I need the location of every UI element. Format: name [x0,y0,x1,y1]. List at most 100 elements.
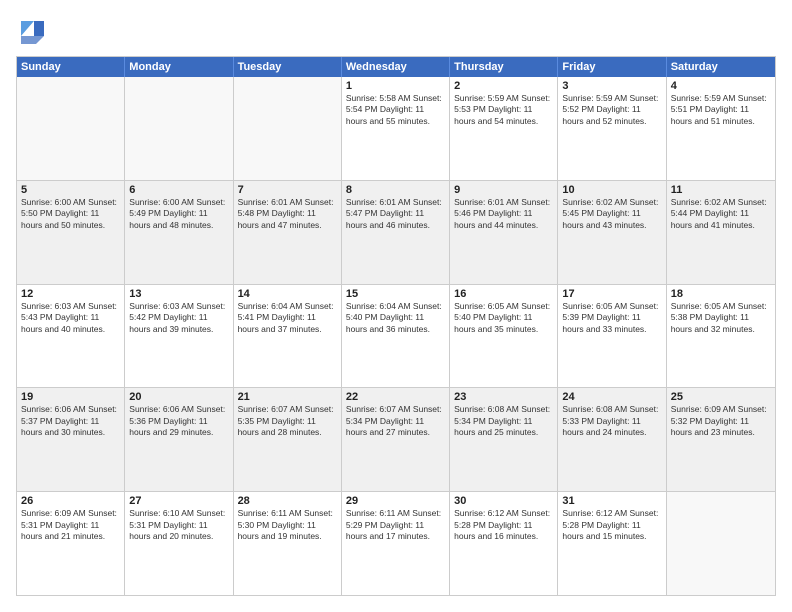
day-number: 24 [562,391,661,403]
day-number: 19 [21,391,120,403]
day-number: 11 [671,184,771,196]
day-number: 4 [671,80,771,92]
calendar-cell: 30Sunrise: 6:12 AM Sunset: 5:28 PM Dayli… [450,492,558,595]
day-info: Sunrise: 5:59 AM Sunset: 5:53 PM Dayligh… [454,93,553,127]
day-info: Sunrise: 6:00 AM Sunset: 5:49 PM Dayligh… [129,197,228,231]
day-number: 1 [346,80,445,92]
day-info: Sunrise: 6:05 AM Sunset: 5:40 PM Dayligh… [454,301,553,335]
calendar-cell: 13Sunrise: 6:03 AM Sunset: 5:42 PM Dayli… [125,285,233,388]
day-info: Sunrise: 6:01 AM Sunset: 5:48 PM Dayligh… [238,197,337,231]
day-info: Sunrise: 6:03 AM Sunset: 5:43 PM Dayligh… [21,301,120,335]
calendar-cell: 20Sunrise: 6:06 AM Sunset: 5:36 PM Dayli… [125,388,233,491]
logo-icon [16,16,46,46]
day-number: 2 [454,80,553,92]
day-info: Sunrise: 6:01 AM Sunset: 5:46 PM Dayligh… [454,197,553,231]
day-number: 27 [129,495,228,507]
day-info: Sunrise: 6:11 AM Sunset: 5:30 PM Dayligh… [238,508,337,542]
calendar-cell: 9Sunrise: 6:01 AM Sunset: 5:46 PM Daylig… [450,181,558,284]
day-number: 10 [562,184,661,196]
day-info: Sunrise: 6:12 AM Sunset: 5:28 PM Dayligh… [562,508,661,542]
day-number: 9 [454,184,553,196]
day-info: Sunrise: 5:59 AM Sunset: 5:51 PM Dayligh… [671,93,771,127]
calendar-cell: 6Sunrise: 6:00 AM Sunset: 5:49 PM Daylig… [125,181,233,284]
calendar-cell: 24Sunrise: 6:08 AM Sunset: 5:33 PM Dayli… [558,388,666,491]
day-info: Sunrise: 6:12 AM Sunset: 5:28 PM Dayligh… [454,508,553,542]
calendar-row: 5Sunrise: 6:00 AM Sunset: 5:50 PM Daylig… [17,180,775,284]
weekday-header: Friday [558,57,666,77]
day-info: Sunrise: 5:58 AM Sunset: 5:54 PM Dayligh… [346,93,445,127]
day-info: Sunrise: 6:09 AM Sunset: 5:32 PM Dayligh… [671,404,771,438]
calendar-row: 1Sunrise: 5:58 AM Sunset: 5:54 PM Daylig… [17,77,775,180]
calendar-cell [234,77,342,180]
day-info: Sunrise: 6:01 AM Sunset: 5:47 PM Dayligh… [346,197,445,231]
day-number: 17 [562,288,661,300]
weekday-header: Thursday [450,57,558,77]
weekday-header: Tuesday [234,57,342,77]
day-info: Sunrise: 5:59 AM Sunset: 5:52 PM Dayligh… [562,93,661,127]
calendar-cell: 31Sunrise: 6:12 AM Sunset: 5:28 PM Dayli… [558,492,666,595]
day-info: Sunrise: 6:09 AM Sunset: 5:31 PM Dayligh… [21,508,120,542]
calendar-cell: 26Sunrise: 6:09 AM Sunset: 5:31 PM Dayli… [17,492,125,595]
day-number: 12 [21,288,120,300]
day-number: 7 [238,184,337,196]
calendar-cell: 11Sunrise: 6:02 AM Sunset: 5:44 PM Dayli… [667,181,775,284]
calendar-cell: 23Sunrise: 6:08 AM Sunset: 5:34 PM Dayli… [450,388,558,491]
weekday-header: Monday [125,57,233,77]
logo [16,16,48,46]
calendar-cell: 16Sunrise: 6:05 AM Sunset: 5:40 PM Dayli… [450,285,558,388]
day-info: Sunrise: 6:06 AM Sunset: 5:37 PM Dayligh… [21,404,120,438]
day-info: Sunrise: 6:11 AM Sunset: 5:29 PM Dayligh… [346,508,445,542]
calendar-cell: 15Sunrise: 6:04 AM Sunset: 5:40 PM Dayli… [342,285,450,388]
calendar-cell: 21Sunrise: 6:07 AM Sunset: 5:35 PM Dayli… [234,388,342,491]
day-number: 6 [129,184,228,196]
calendar-cell: 4Sunrise: 5:59 AM Sunset: 5:51 PM Daylig… [667,77,775,180]
calendar-row: 19Sunrise: 6:06 AM Sunset: 5:37 PM Dayli… [17,387,775,491]
day-info: Sunrise: 6:07 AM Sunset: 5:35 PM Dayligh… [238,404,337,438]
header [16,16,776,46]
calendar: SundayMondayTuesdayWednesdayThursdayFrid… [16,56,776,596]
day-number: 25 [671,391,771,403]
calendar-cell: 17Sunrise: 6:05 AM Sunset: 5:39 PM Dayli… [558,285,666,388]
calendar-header: SundayMondayTuesdayWednesdayThursdayFrid… [17,57,775,77]
day-number: 15 [346,288,445,300]
day-number: 28 [238,495,337,507]
calendar-cell: 8Sunrise: 6:01 AM Sunset: 5:47 PM Daylig… [342,181,450,284]
day-info: Sunrise: 6:04 AM Sunset: 5:41 PM Dayligh… [238,301,337,335]
day-info: Sunrise: 6:07 AM Sunset: 5:34 PM Dayligh… [346,404,445,438]
page: SundayMondayTuesdayWednesdayThursdayFrid… [0,0,792,612]
day-number: 14 [238,288,337,300]
calendar-cell [667,492,775,595]
day-info: Sunrise: 6:06 AM Sunset: 5:36 PM Dayligh… [129,404,228,438]
calendar-row: 26Sunrise: 6:09 AM Sunset: 5:31 PM Dayli… [17,491,775,595]
day-number: 16 [454,288,553,300]
calendar-cell: 22Sunrise: 6:07 AM Sunset: 5:34 PM Dayli… [342,388,450,491]
day-number: 29 [346,495,445,507]
calendar-cell: 3Sunrise: 5:59 AM Sunset: 5:52 PM Daylig… [558,77,666,180]
day-number: 21 [238,391,337,403]
weekday-header: Wednesday [342,57,450,77]
day-number: 5 [21,184,120,196]
day-info: Sunrise: 6:08 AM Sunset: 5:34 PM Dayligh… [454,404,553,438]
calendar-body: 1Sunrise: 5:58 AM Sunset: 5:54 PM Daylig… [17,77,775,595]
day-number: 18 [671,288,771,300]
day-number: 22 [346,391,445,403]
calendar-cell: 28Sunrise: 6:11 AM Sunset: 5:30 PM Dayli… [234,492,342,595]
calendar-cell [125,77,233,180]
calendar-cell: 25Sunrise: 6:09 AM Sunset: 5:32 PM Dayli… [667,388,775,491]
day-info: Sunrise: 6:05 AM Sunset: 5:39 PM Dayligh… [562,301,661,335]
calendar-cell [17,77,125,180]
day-number: 3 [562,80,661,92]
day-info: Sunrise: 6:04 AM Sunset: 5:40 PM Dayligh… [346,301,445,335]
day-info: Sunrise: 6:00 AM Sunset: 5:50 PM Dayligh… [21,197,120,231]
calendar-cell: 12Sunrise: 6:03 AM Sunset: 5:43 PM Dayli… [17,285,125,388]
day-number: 13 [129,288,228,300]
calendar-row: 12Sunrise: 6:03 AM Sunset: 5:43 PM Dayli… [17,284,775,388]
calendar-cell: 29Sunrise: 6:11 AM Sunset: 5:29 PM Dayli… [342,492,450,595]
day-info: Sunrise: 6:02 AM Sunset: 5:45 PM Dayligh… [562,197,661,231]
day-number: 31 [562,495,661,507]
calendar-cell: 10Sunrise: 6:02 AM Sunset: 5:45 PM Dayli… [558,181,666,284]
calendar-cell: 1Sunrise: 5:58 AM Sunset: 5:54 PM Daylig… [342,77,450,180]
calendar-cell: 14Sunrise: 6:04 AM Sunset: 5:41 PM Dayli… [234,285,342,388]
day-info: Sunrise: 6:10 AM Sunset: 5:31 PM Dayligh… [129,508,228,542]
calendar-cell: 19Sunrise: 6:06 AM Sunset: 5:37 PM Dayli… [17,388,125,491]
